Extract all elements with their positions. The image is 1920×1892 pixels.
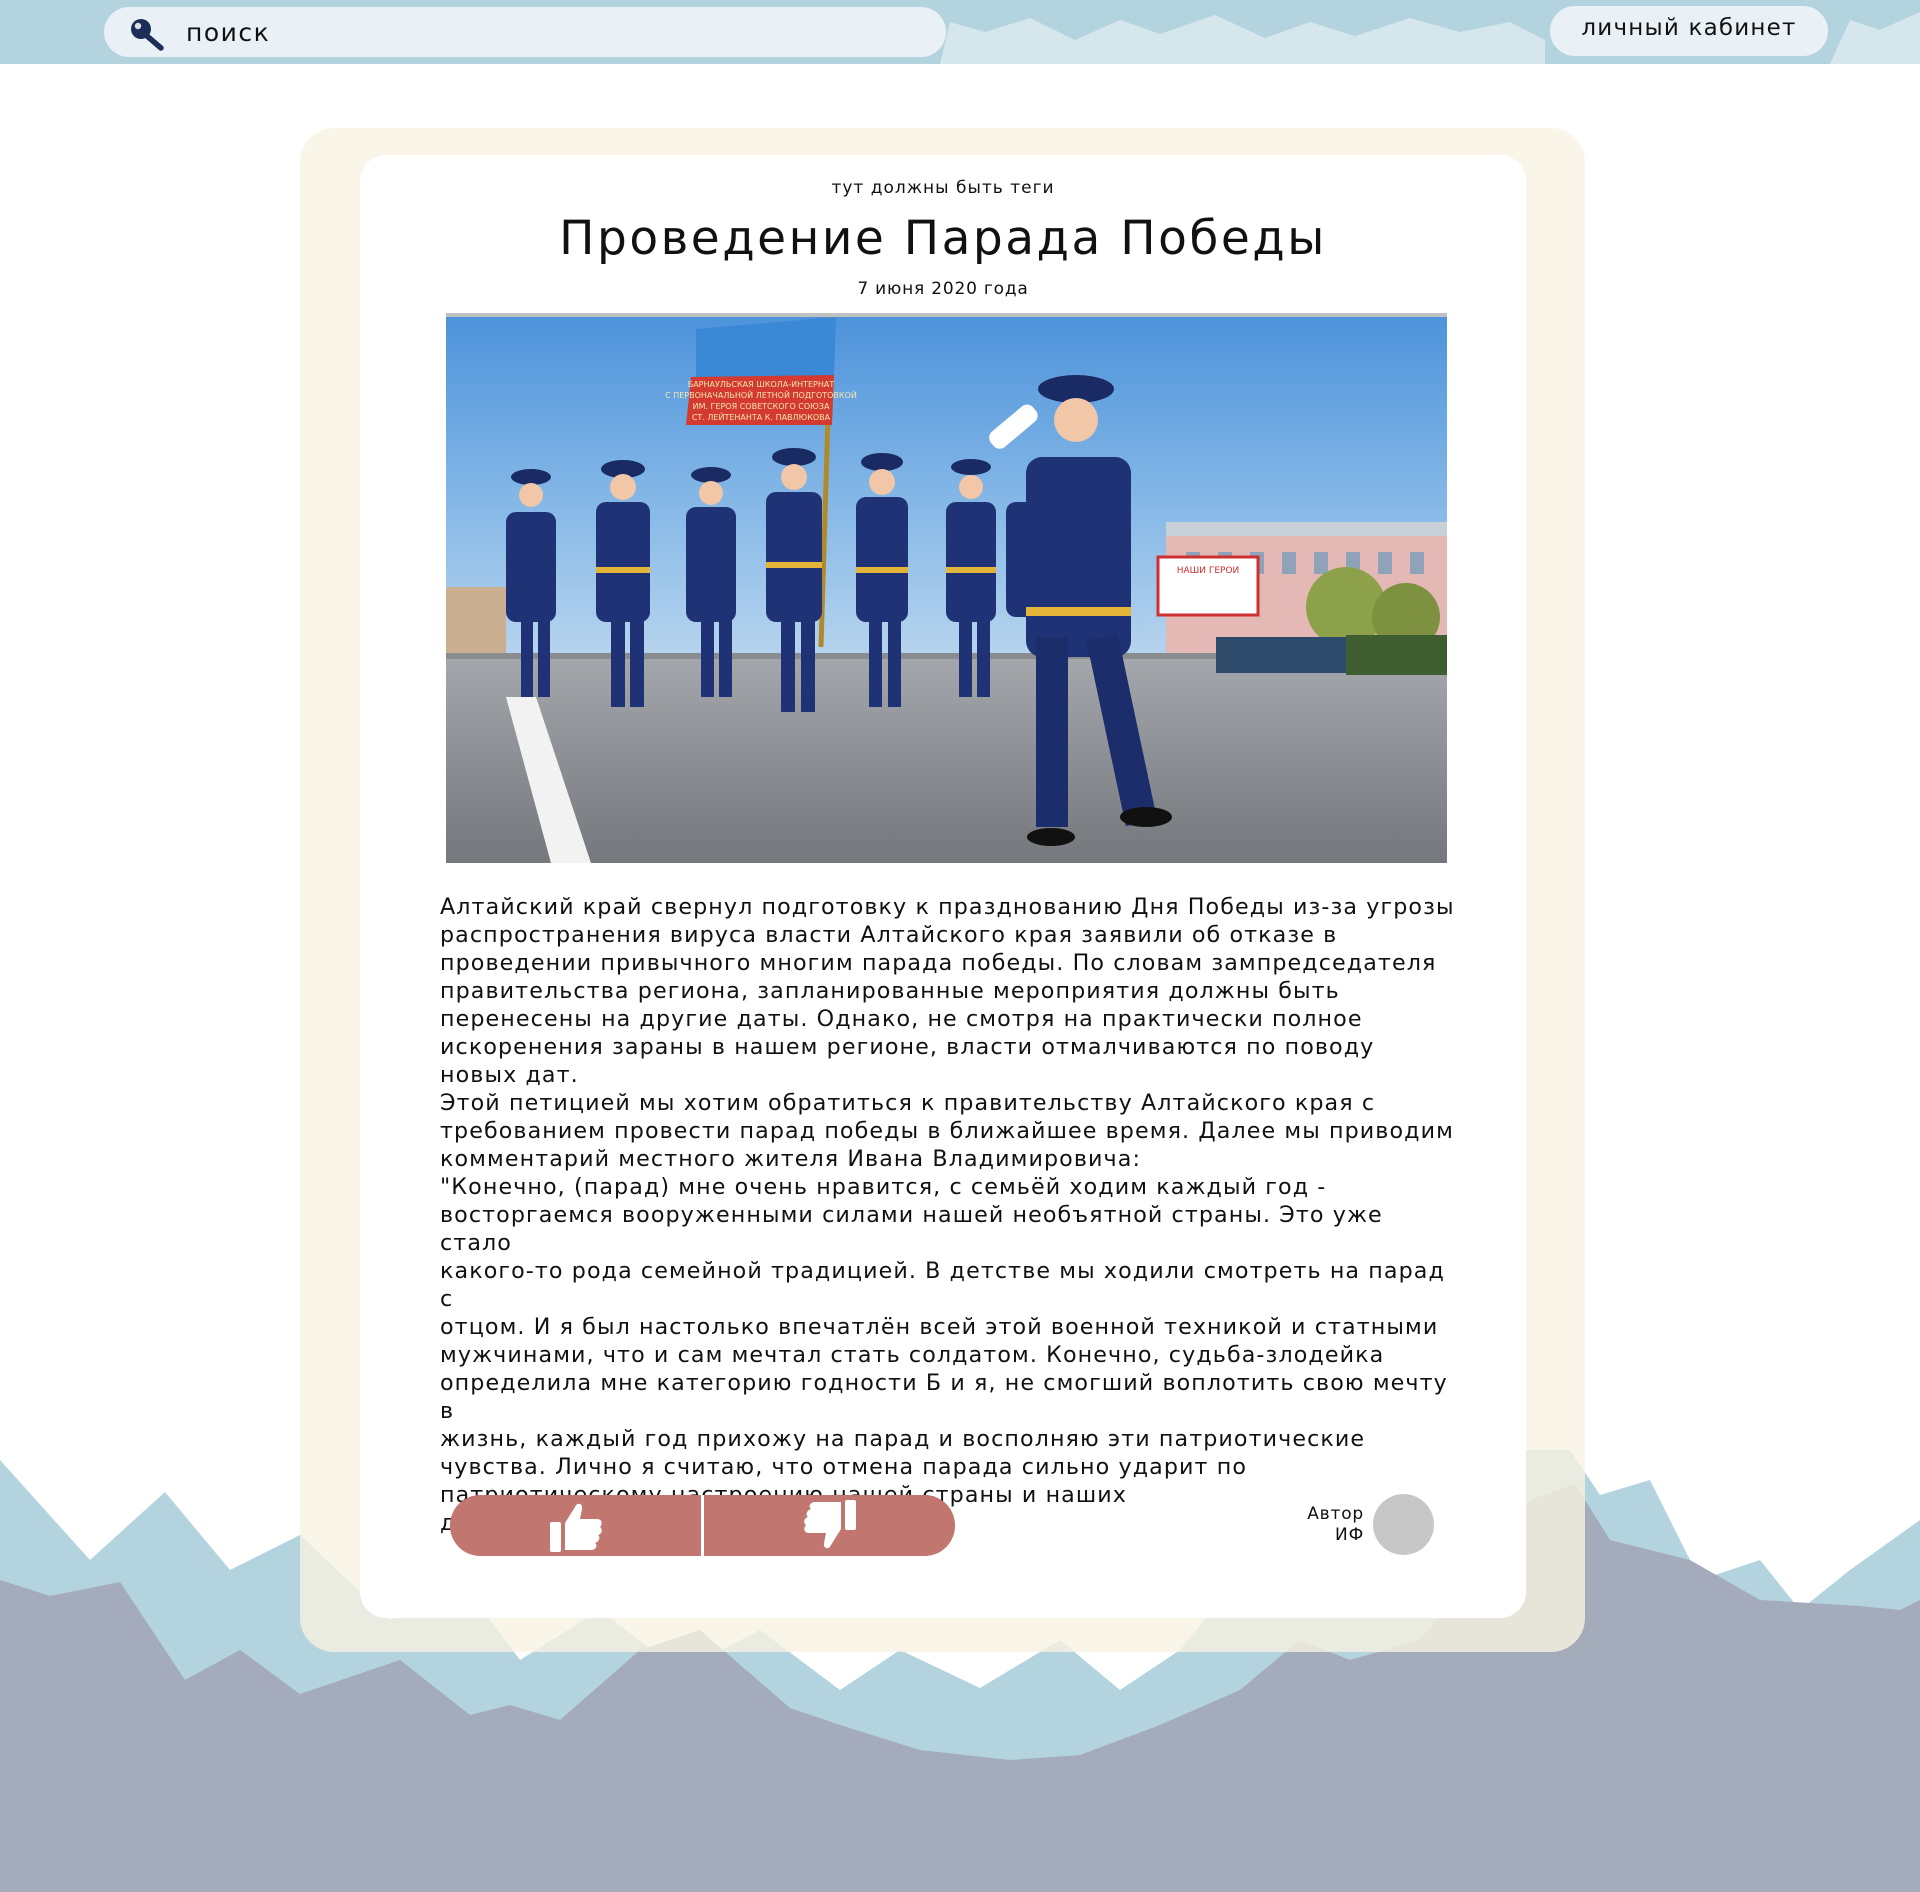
author-initials: ИФ xyxy=(1335,1525,1364,1545)
like-button[interactable] xyxy=(450,1495,701,1556)
article-card: тут должны быть теги Проведение Парада П… xyxy=(360,155,1526,1618)
search-icon xyxy=(131,19,164,51)
parade-photo-illustration: НАШИ ГЕРОИ БАРНАУЛЬСКАЯ ШКОЛА-ИНТЕРНАТ С… xyxy=(446,317,1447,863)
parade-photo: НАШИ ГЕРОИ БАРНАУЛЬСКАЯ ШКОЛА-ИНТЕРНАТ С… xyxy=(446,313,1447,863)
article-date: 7 июня 2020 года xyxy=(857,279,1029,299)
article-title: Проведение Парада Победы xyxy=(559,211,1327,266)
search-input[interactable] xyxy=(186,14,886,50)
banner-line-1: БАРНАУЛЬСКАЯ ШКОЛА-ИНТЕРНАТ xyxy=(688,380,835,389)
personal-account-button[interactable]: личный кабинет xyxy=(1550,6,1828,56)
banner-line-2: С ПЕРВОНАЧАЛЬНОЙ ЛЕТНОЙ ПОДГОТОВКОЙ xyxy=(665,389,857,400)
dislike-button[interactable] xyxy=(704,1495,955,1556)
author-block[interactable]: Автор ИФ xyxy=(1300,1494,1440,1556)
banner-line-3: ИМ. ГЕРОЯ СОВЕТСКОГО СОЮЗА xyxy=(693,402,830,411)
top-header: личный кабинет xyxy=(0,0,1920,64)
thumbs-down-icon xyxy=(803,1499,856,1548)
search-bar[interactable] xyxy=(104,7,946,57)
banner-line-4: СТ. ЛЕЙТЕНАНТА К. ПАВЛЮКОВА xyxy=(692,411,831,422)
billboard-text: НАШИ ГЕРОИ xyxy=(1177,566,1240,576)
avatar[interactable] xyxy=(1373,1494,1434,1555)
vote-buttons xyxy=(450,1495,955,1556)
thumbs-up-icon xyxy=(549,1503,602,1552)
article-body: Алтайский край свернул подготовку к праз… xyxy=(440,894,1455,1536)
author-label: Автор xyxy=(1307,1504,1364,1524)
article-tags[interactable]: тут должны быть теги xyxy=(360,178,1526,198)
